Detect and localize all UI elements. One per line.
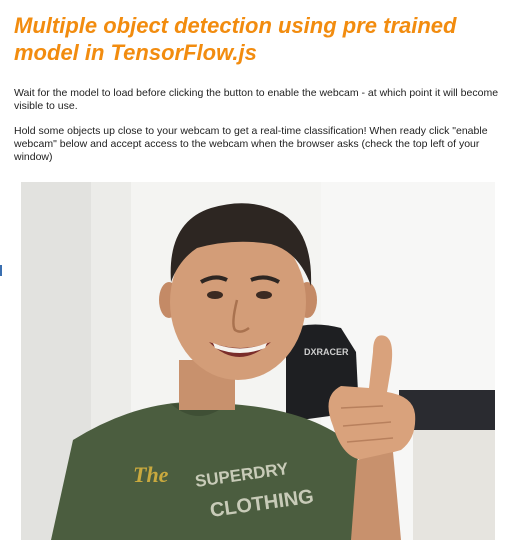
side-marker — [0, 265, 2, 276]
left-eye — [207, 291, 223, 299]
forearm — [351, 452, 401, 540]
bed-sheets — [413, 430, 495, 540]
page-title: Multiple object detection using pre trai… — [14, 13, 457, 65]
chair-brand-text: DXRACER — [304, 347, 349, 357]
right-eye — [256, 291, 272, 299]
webcam-video-feed: DXRACER The SUPERDRY CLOTHING — [21, 182, 495, 540]
webcam-frame-illustration: DXRACER The SUPERDRY CLOTHING — [21, 182, 495, 540]
intro-paragraph-instructions: Hold some objects up close to your webca… — [14, 125, 488, 163]
shirt-print-the: The — [133, 462, 169, 487]
intro-paragraph-wait: Wait for the model to load before clicki… — [14, 87, 499, 112]
